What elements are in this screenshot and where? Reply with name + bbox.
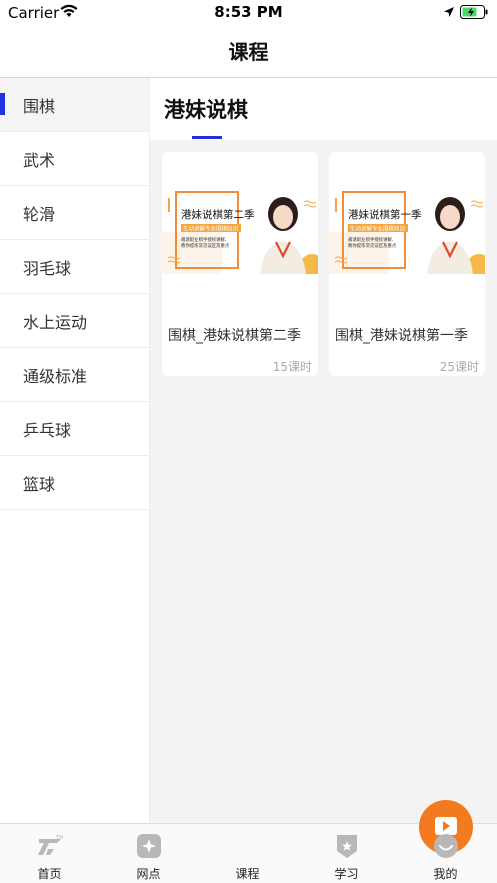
sidebar-item-wushu[interactable]: 武术 xyxy=(0,132,149,186)
profile-smile-icon xyxy=(434,834,458,858)
sidebar-item-label: 武术 xyxy=(23,150,56,170)
tab-label: 课程 xyxy=(235,867,260,881)
tab-profile[interactable]: 我的 xyxy=(396,824,495,883)
course-card[interactable]: 港妹说棋第二季 生动讲解专业围棋知识 邀请职业棋手授权讲解, 教你提炼常见误区及… xyxy=(162,152,318,376)
thumb-tag: 生动讲解专业围棋知识 xyxy=(183,225,239,233)
course-thumbnail: 港妹说棋第二季 生动讲解专业围棋知识 邀请职业棋手授权讲解, 教你提炼常见误区及… xyxy=(162,174,318,274)
sidebar-item-table-tennis[interactable]: 乒乓球 xyxy=(0,402,149,456)
thumb-tag: 生动讲解专业围棋知识 xyxy=(350,225,406,233)
tab-label: 网点 xyxy=(136,867,161,881)
tab-label: 我的 xyxy=(433,867,458,881)
bottom-tab-bar: TM 首页 网点 课程 学习 我的 xyxy=(0,800,497,883)
sidebar-item-label: 篮球 xyxy=(23,474,56,494)
section-header: 港妹说棋 xyxy=(150,78,497,140)
tab-label: 学习 xyxy=(334,867,359,881)
nav-bar: 课程 xyxy=(0,26,497,78)
location-arrow-icon xyxy=(444,7,454,17)
tab-label: 首页 xyxy=(37,867,62,881)
tab-home[interactable]: TM 首页 xyxy=(0,824,99,883)
category-sidebar: 围棋 武术 轮滑 羽毛球 水上运动 通级标准 乒乓球 篮球 xyxy=(0,78,150,823)
sidebar-item-label: 围棋 xyxy=(23,96,56,116)
sidebar-item-basketball[interactable]: 篮球 xyxy=(0,456,149,510)
sidebar-item-label: 通级标准 xyxy=(23,366,88,386)
tab-study[interactable]: 学习 xyxy=(297,824,396,883)
sidebar-item-water-sports[interactable]: 水上运动 xyxy=(0,294,149,348)
section-underline xyxy=(192,136,222,139)
page-title: 课程 xyxy=(228,40,269,64)
battery-icon xyxy=(460,5,488,19)
home-logo-icon: TM xyxy=(38,835,63,855)
lesson-count: 25课时 xyxy=(439,360,479,374)
badge-icon xyxy=(337,835,357,858)
tab-points[interactable]: 网点 xyxy=(99,824,198,883)
sidebar-item-label: 水上运动 xyxy=(23,312,88,332)
thumb-line: 邀请职业棋手授权讲解, xyxy=(181,236,226,243)
course-title: 围棋_港妹说棋第二季 xyxy=(168,328,301,344)
thumb-line: 邀请职业棋手授权讲解, xyxy=(348,236,393,243)
lesson-count: 15课时 xyxy=(272,360,312,374)
sidebar-item-grade-standard[interactable]: 通级标准 xyxy=(0,348,149,402)
tab-courses[interactable]: 课程 xyxy=(198,800,473,883)
thumb-line: 教你提炼常见误区及重点 xyxy=(181,242,230,249)
thumb-line: 教你提炼常见误区及重点 xyxy=(348,242,397,249)
course-thumbnail: 港妹说棋第一季 生动讲解专业围棋知识 邀请职业棋手授权讲解, 教你提炼常见误区及… xyxy=(329,174,485,274)
thumb-heading: 港妹说棋第二季 xyxy=(181,208,255,221)
svg-text:TM: TM xyxy=(55,835,63,841)
section-title: 港妹说棋 xyxy=(164,98,248,122)
location-point-icon xyxy=(137,834,161,858)
sidebar-item-label: 羽毛球 xyxy=(23,258,72,278)
sidebar-item-badminton[interactable]: 羽毛球 xyxy=(0,240,149,294)
sidebar-item-lunhua[interactable]: 轮滑 xyxy=(0,186,149,240)
thumb-heading: 港妹说棋第一季 xyxy=(348,208,422,221)
sidebar-item-label: 乒乓球 xyxy=(23,420,72,440)
status-bar: Carrier 8:53 PM xyxy=(0,0,497,26)
course-content: 港妹说棋 港妹说棋第二季 生动讲解专业围棋知识 邀请职业棋手授权讲解, 教你提炼… xyxy=(150,78,497,823)
sidebar-item-label: 轮滑 xyxy=(23,204,56,224)
clock: 8:53 PM xyxy=(214,3,283,21)
sidebar-item-weiqi[interactable]: 围棋 xyxy=(0,78,149,132)
course-title: 围棋_港妹说棋第一季 xyxy=(335,328,468,344)
active-indicator xyxy=(0,93,5,115)
course-card[interactable]: 港妹说棋第一季 生动讲解专业围棋知识 邀请职业棋手授权讲解, 教你提炼常见误区及… xyxy=(329,152,485,376)
